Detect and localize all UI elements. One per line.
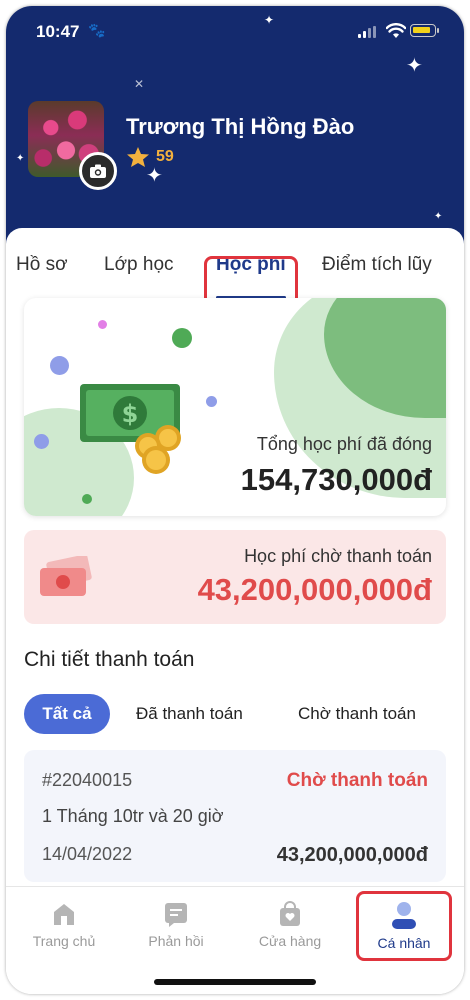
total-paid-label: Tổng học phí đã đóng — [256, 434, 432, 454]
decorative-dot — [98, 320, 107, 329]
total-paid-value: 154,730,000đ — [240, 462, 432, 497]
payment-description: 1 Tháng 10tr và 20 giờ — [42, 806, 224, 826]
status-time: 10:47 — [36, 22, 80, 41]
decorative-dot — [206, 396, 217, 407]
nav-item-feedback[interactable]: Phản hồi — [126, 901, 226, 949]
home-icon — [54, 904, 74, 925]
pending-tuition-value: 43,200,000,000đ — [197, 572, 432, 607]
decorative-dot — [34, 434, 49, 449]
filter-paid-button[interactable]: Đã thanh toán — [136, 694, 243, 734]
pending-tuition-label: Học phí chờ thanh toán — [244, 546, 432, 566]
nav-label-shop: Cửa hàng — [258, 933, 322, 949]
payment-date: 14/04/2022 — [42, 844, 133, 864]
cash-icon — [40, 556, 92, 596]
camera-icon — [90, 164, 106, 178]
star-decoration-icon: ✦ — [146, 165, 163, 187]
star-decoration-icon: ✦ — [406, 55, 423, 77]
user-name: Trương Thị Hồng Đào — [126, 114, 355, 139]
payment-id: #22040015 — [42, 770, 133, 790]
nav-label-feedback: Phản hồi — [148, 933, 204, 949]
nav-item-home[interactable]: Trang chủ — [14, 901, 114, 949]
status-bar: 10:47 🐾 — [6, 6, 464, 52]
total-paid-card: $ Tổng học phí đã đóng 154,730,000đ — [24, 298, 446, 516]
star-decoration-icon: ✕ — [134, 77, 145, 91]
profile-tabs: Hồ sơ Lớp học Học phí Điểm tích lũy — [6, 246, 464, 310]
nav-label-home: Trang chủ — [32, 933, 96, 949]
payment-details-title: Chi tiết thanh toán — [24, 648, 195, 671]
filter-pending-button[interactable]: Chờ thanh toán — [298, 694, 416, 734]
payment-status: Chờ thanh toán — [286, 770, 428, 791]
nav-item-shop[interactable]: Cửa hàng — [240, 901, 340, 949]
home-indicator[interactable] — [154, 979, 316, 985]
svg-text:$: $ — [122, 400, 139, 428]
personal-nav-highlight — [356, 891, 452, 961]
signal-icon — [358, 26, 376, 38]
change-avatar-button[interactable] — [79, 152, 117, 190]
phone-screen: 10:47 🐾 ✦ ✦ ✕ ✦ ✦ ✦ Trương Thị Hồng Đào … — [6, 6, 464, 994]
shop-icon — [280, 901, 300, 926]
payment-list-item[interactable]: #22040015 Chờ thanh toán 1 Tháng 10tr và… — [24, 750, 446, 882]
wifi-icon — [386, 23, 406, 38]
points-value: 59 — [156, 148, 174, 165]
tab-classes[interactable]: Lớp học — [104, 254, 174, 276]
content-sheet: Hồ sơ Lớp học Học phí Điểm tích lũy $ Tổ… — [6, 228, 464, 994]
feedback-icon — [165, 903, 187, 927]
points-star-icon — [127, 147, 149, 167]
pending-tuition-card[interactable]: Học phí chờ thanh toán 43,200,000,000đ — [24, 530, 446, 624]
tab-profile[interactable]: Hồ sơ — [16, 254, 68, 276]
star-decoration-icon: ✦ — [16, 153, 25, 164]
payment-amount: 43,200,000,000đ — [276, 844, 428, 866]
profile-header: 10:47 🐾 ✦ ✦ ✕ ✦ ✦ ✦ Trương Thị Hồng Đào … — [6, 6, 464, 256]
battery-icon — [410, 24, 439, 37]
paw-icon: 🐾 — [88, 22, 106, 38]
decorative-dot — [172, 328, 192, 348]
decorative-dot — [50, 356, 69, 375]
decorative-dot — [82, 494, 92, 504]
money-coins-icon: $ — [80, 384, 181, 474]
star-decoration-icon: ✦ — [434, 211, 443, 222]
tab-reward-points[interactable]: Điểm tích lũy — [322, 254, 432, 276]
star-decoration-icon: ✦ — [264, 13, 275, 27]
bottom-navigation: Trang chủ Phản hồi Cửa hàng Cá nhân — [6, 886, 464, 994]
filter-all-button[interactable]: Tất cả — [24, 694, 110, 734]
